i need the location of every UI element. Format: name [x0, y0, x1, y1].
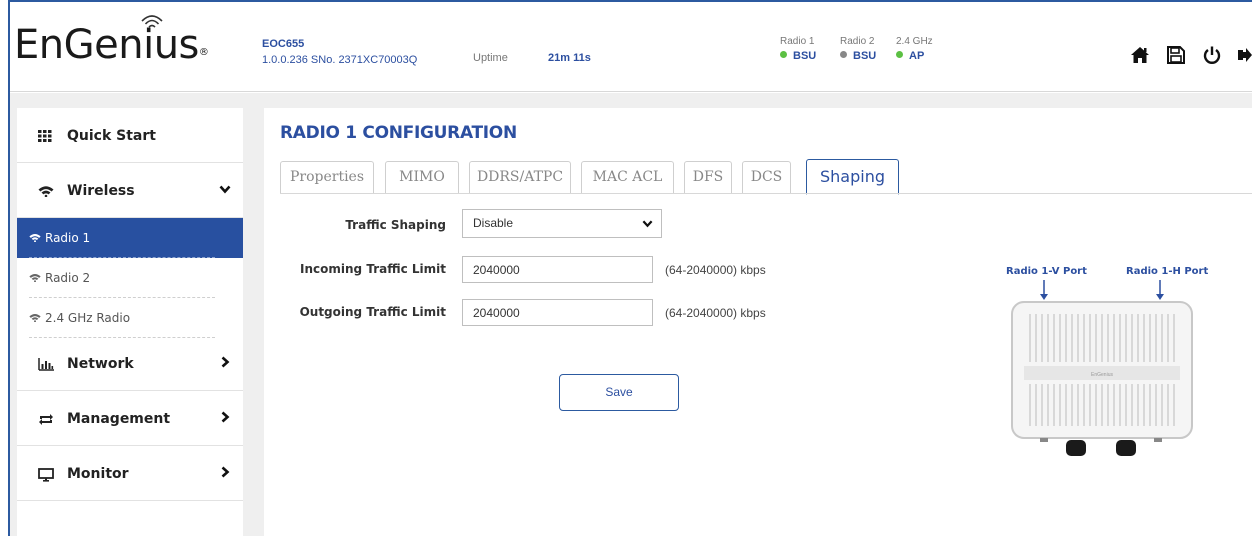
engenius-logo: EnGenius®: [14, 22, 209, 68]
logo-text: EnGenius: [14, 22, 199, 68]
chevron-down-icon: [219, 185, 231, 194]
device-firmware-serial: 1.0.0.236 SNo. 2371XC70003Q: [262, 54, 418, 66]
uptime-label: Uptime: [473, 52, 508, 64]
radio2-status: Radio 2 BSU: [840, 36, 876, 62]
status-dot-gray: [840, 51, 847, 58]
sidebar-item-label: Network: [67, 356, 134, 372]
radio-24ghz-status-label: 2.4 GHz: [896, 36, 933, 47]
radio-1-v-port-label: Radio 1-V Port: [1006, 266, 1087, 277]
main-panel: RADIO 1 CONFIGURATION Properties MIMO DD…: [264, 108, 1252, 536]
radio-24ghz-status: 2.4 GHz AP: [896, 36, 933, 62]
logo-registered-mark: ®: [198, 47, 209, 58]
chevron-right-icon: [221, 356, 230, 368]
traffic-shaping-selected-value: Disable: [473, 216, 514, 230]
logo-wifi-mark-icon: [141, 15, 163, 28]
wifi-icon: [29, 313, 41, 322]
chevron-right-icon: [221, 466, 230, 478]
tabs-divider: [280, 193, 1252, 194]
save-button[interactable]: Save: [559, 374, 679, 411]
sidebar-item-label: Management: [67, 411, 171, 427]
tab-mac-acl[interactable]: MAC ACL: [581, 161, 674, 194]
logout-icon[interactable]: [1238, 46, 1252, 64]
outgoing-traffic-limit-label: Outgoing Traffic Limit: [299, 305, 446, 319]
monitor-icon: [38, 468, 54, 482]
save-icon[interactable]: [1167, 46, 1185, 64]
incoming-traffic-limit-hint: (64-2040000) kbps: [665, 263, 766, 277]
wifi-icon: [29, 273, 41, 282]
sidebar-item-quick-start[interactable]: Quick Start: [17, 108, 243, 163]
tab-properties[interactable]: Properties: [280, 161, 374, 194]
wifi-icon: [29, 233, 41, 242]
sidebar-item-network[interactable]: Network: [17, 336, 243, 391]
device-brand-mark: EnGenius: [1091, 372, 1113, 378]
power-icon[interactable]: [1203, 46, 1221, 64]
radio2-status-label: Radio 2: [840, 36, 875, 47]
radio-24ghz-mode: AP: [909, 50, 925, 62]
device-model: EOC655: [262, 38, 305, 50]
radio1-mode: BSU: [793, 50, 817, 62]
traffic-shaping-label: Traffic Shaping: [345, 218, 446, 232]
refresh-icon: [39, 414, 53, 425]
sidebar-item-monitor[interactable]: Monitor: [17, 446, 243, 501]
chevron-right-icon: [221, 411, 230, 423]
status-dot-green: [780, 51, 787, 58]
sidebar-item-label: Monitor: [67, 466, 129, 482]
sidebar-subitem-radio-1[interactable]: Radio 1: [17, 218, 243, 258]
device-illustration: EnGenius: [1011, 280, 1193, 456]
uptime-value: 21m 11s: [548, 52, 591, 64]
tab-dfs[interactable]: DFS: [684, 161, 732, 194]
radio2-mode: BSU: [853, 50, 877, 62]
bar-chart-icon: [38, 358, 54, 371]
status-dot-green: [896, 51, 903, 58]
sidebar-subitem-label: Radio 2: [45, 271, 91, 285]
home-icon[interactable]: [1130, 46, 1150, 64]
outgoing-traffic-limit-hint: (64-2040000) kbps: [665, 306, 766, 320]
sidebar-item-label: Wireless: [67, 183, 135, 199]
wifi-icon: [38, 186, 54, 197]
sidebar-item-wireless[interactable]: Wireless: [17, 163, 243, 218]
tab-dcs[interactable]: DCS: [742, 161, 791, 194]
radio-1-h-port-label: Radio 1-H Port: [1126, 266, 1209, 277]
sidebar-subitem-2-4ghz-radio[interactable]: 2.4 GHz Radio: [17, 298, 243, 338]
tab-ddrs-atpc[interactable]: DDRS/ATPC: [469, 161, 571, 194]
sidebar-item-management[interactable]: Management: [17, 391, 243, 446]
top-header: EnGenius® EOC655 1.0.0.236 SNo. 2371XC70…: [10, 2, 1252, 92]
sidebar: Quick Start Wireless Radio 1 Radio 2 2.4…: [17, 108, 243, 536]
sidebar-subitem-label: Radio 1: [45, 231, 91, 245]
radio1-status-label: Radio 1: [780, 36, 815, 47]
tab-shaping[interactable]: Shaping: [806, 159, 899, 195]
incoming-traffic-limit-label: Incoming Traffic Limit: [300, 262, 446, 276]
grid-icon: [38, 130, 52, 142]
sidebar-item-label: Quick Start: [67, 128, 156, 144]
sidebar-subitem-label: 2.4 GHz Radio: [45, 311, 131, 325]
page-title: RADIO 1 CONFIGURATION: [280, 123, 517, 143]
sidebar-subitem-radio-2[interactable]: Radio 2: [17, 258, 243, 298]
outgoing-traffic-limit-input[interactable]: [462, 299, 653, 326]
tab-mimo[interactable]: MIMO: [385, 161, 459, 194]
radio1-status: Radio 1 BSU: [780, 36, 816, 62]
incoming-traffic-limit-input[interactable]: [462, 256, 653, 283]
traffic-shaping-select[interactable]: Disable: [462, 209, 662, 238]
chevron-down-icon: [642, 220, 653, 228]
